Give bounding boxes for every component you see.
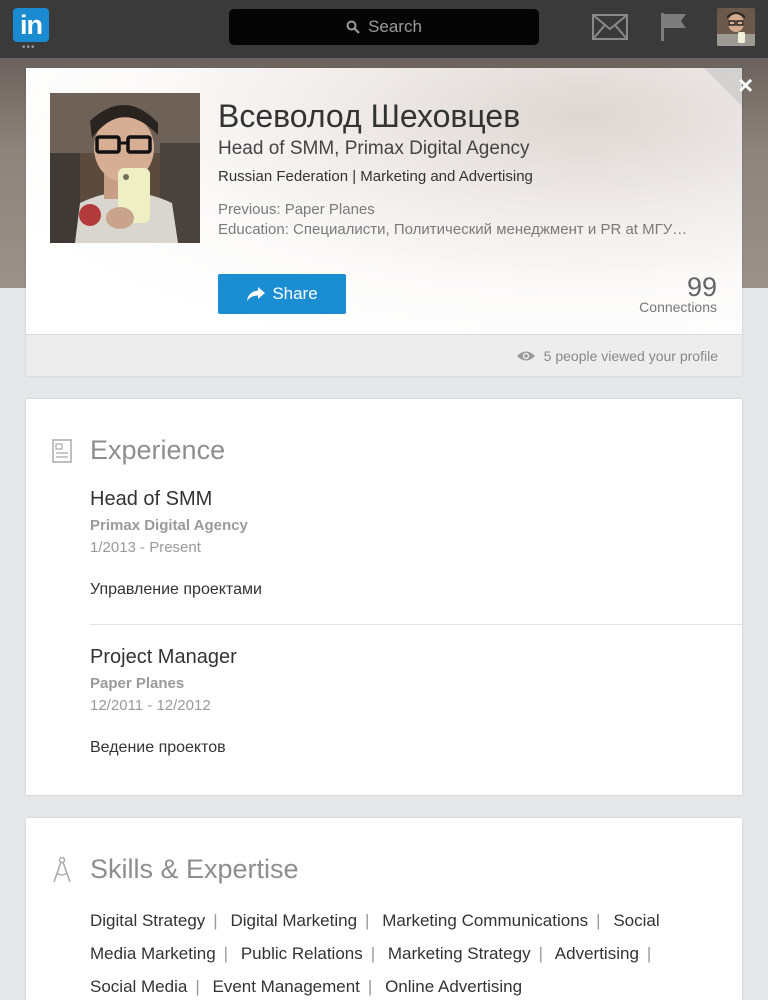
top-bar: in ••• Search xyxy=(0,0,768,58)
close-icon[interactable]: × xyxy=(738,72,753,98)
linkedin-logo[interactable]: in xyxy=(13,8,49,42)
job-company[interactable]: Paper Planes xyxy=(90,675,742,692)
share-icon xyxy=(247,287,266,301)
job-dates: 1/2013 - Present xyxy=(90,539,201,556)
skill-item[interactable]: Digital Strategy xyxy=(90,911,205,930)
profile-location-industry: Russian Federation | Marketing and Adver… xyxy=(218,168,533,185)
profile-headline: Head of SMM, Primax Digital Agency xyxy=(218,138,530,159)
experience-section: Experience Head of SMM Primax Digital Ag… xyxy=(26,399,742,795)
user-avatar[interactable] xyxy=(717,8,755,46)
job-description: Управление проектами xyxy=(90,581,262,598)
skill-separator: | xyxy=(370,944,376,963)
job-company[interactable]: Primax Digital Agency xyxy=(90,517,742,534)
experience-divider xyxy=(90,624,742,625)
profile-education: Education: Специалисти, Политический мен… xyxy=(218,221,688,238)
job-description: Ведение проектов xyxy=(90,739,226,756)
skill-item[interactable]: Social Media xyxy=(90,977,187,996)
profile-name: Всеволод Шеховцев xyxy=(218,98,521,134)
skill-separator: | xyxy=(367,977,373,996)
briefcase-document-icon xyxy=(52,439,72,463)
skill-item[interactable]: Marketing Communications xyxy=(382,911,588,930)
profile-views-bar[interactable]: 5 people viewed your profile xyxy=(26,334,742,376)
mail-icon[interactable] xyxy=(592,14,628,40)
profile-photo[interactable] xyxy=(50,93,200,243)
profile-views-text: 5 people viewed your profile xyxy=(543,347,718,364)
share-button[interactable]: Share xyxy=(218,274,346,314)
skills-title: Skills & Expertise xyxy=(90,854,299,884)
skills-section: Skills & Expertise Digital Strategy | Dig… xyxy=(26,818,742,1000)
skill-item[interactable]: Public Relations xyxy=(241,944,363,963)
skill-item[interactable]: Online Advertising xyxy=(385,977,522,996)
search-placeholder: Search xyxy=(368,17,422,36)
experience-title: Experience xyxy=(90,435,226,465)
share-label: Share xyxy=(272,284,318,303)
skill-separator: | xyxy=(195,977,200,996)
skill-separator: | xyxy=(538,944,543,963)
profile-previous: Previous: Paper Planes xyxy=(218,201,375,218)
logo-dots: ••• xyxy=(22,42,36,53)
connections-label[interactable]: Connections xyxy=(639,299,717,315)
job-dates: 12/2011 - 12/2012 xyxy=(90,697,211,714)
skill-separator: | xyxy=(223,944,229,963)
skill-item[interactable]: Marketing Strategy xyxy=(388,944,531,963)
skill-separator: | xyxy=(365,911,370,930)
experience-item[interactable]: Head of SMM Primax Digital Agency 1/2013… xyxy=(90,488,742,599)
card-fold xyxy=(704,68,742,106)
skill-separator: | xyxy=(213,911,218,930)
compass-icon xyxy=(53,856,71,883)
search-icon xyxy=(346,20,360,34)
profile-card: Всеволод Шеховцев Head of SMM, Primax Di… xyxy=(26,68,742,376)
skill-item[interactable]: Event Management xyxy=(212,977,359,996)
skill-item[interactable]: Advertising xyxy=(555,944,639,963)
job-title: Head of SMM xyxy=(90,488,213,510)
skills-list: Digital Strategy | Digital Marketing | Mar… xyxy=(90,904,690,1000)
eye-icon xyxy=(516,351,535,360)
search-bar[interactable]: Search xyxy=(229,9,539,45)
skill-separator: | xyxy=(596,911,601,930)
experience-item[interactable]: Project Manager Paper Planes 12/2011 - 1… xyxy=(90,646,742,757)
skill-item[interactable]: Digital Marketing xyxy=(230,911,357,930)
job-title: Project Manager xyxy=(90,646,237,668)
skill-separator: | xyxy=(646,944,652,963)
flag-icon[interactable] xyxy=(660,12,688,42)
